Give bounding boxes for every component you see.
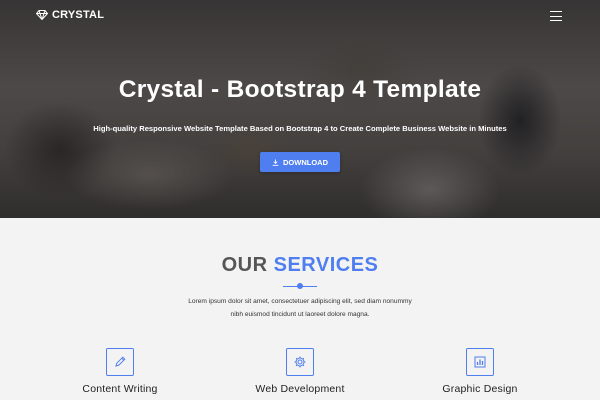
divider-dot	[297, 283, 303, 289]
hamburger-line	[550, 20, 562, 21]
service-label: Content Writing	[82, 383, 158, 395]
services-description: Lorem ipsum dolor sit amet, consectetuer…	[150, 295, 450, 321]
service-icon-box	[106, 348, 134, 376]
services-heading: OUR SERVICES	[0, 254, 600, 277]
download-button-label: DOWNLOAD	[283, 157, 328, 167]
service-icon-box	[286, 348, 314, 376]
service-item-web-development: Web Development	[220, 348, 380, 395]
service-label: Graphic Design	[442, 383, 518, 395]
section-divider	[283, 283, 317, 289]
service-label: Web Development	[255, 383, 345, 395]
hamburger-line	[550, 11, 562, 12]
hero-subtitle: High-quality Responsive Website Template…	[93, 124, 507, 133]
hero-title: Crystal - Bootstrap 4 Template	[118, 76, 482, 103]
hero-section: CRYSTAL Crystal - Bootstrap 4 Template H…	[0, 0, 600, 218]
download-icon	[272, 158, 279, 166]
services-description-line2: nibh euismod tincidunt ut laoreet dolore…	[230, 311, 370, 318]
services-heading-part2: SERVICES	[273, 254, 379, 276]
download-button[interactable]: DOWNLOAD	[260, 152, 340, 172]
brand-name: CRYSTAL	[52, 9, 105, 21]
brand-logo[interactable]: CRYSTAL	[36, 9, 104, 21]
services-heading-part1: OUR	[221, 254, 268, 276]
service-icon-box	[466, 348, 494, 376]
services-description-line1: Lorem ipsum dolor sit amet, consectetuer…	[188, 298, 412, 305]
hamburger-menu-icon[interactable]	[550, 11, 562, 21]
diamond-icon	[36, 10, 48, 20]
gear-icon	[294, 356, 306, 368]
hamburger-line	[550, 15, 562, 17]
service-item-content-writing: Content Writing	[40, 348, 200, 395]
hero-background-overlay	[0, 0, 600, 218]
service-item-graphic-design: Graphic Design	[400, 348, 560, 395]
pencil-icon	[115, 356, 126, 367]
chart-icon	[474, 356, 486, 368]
